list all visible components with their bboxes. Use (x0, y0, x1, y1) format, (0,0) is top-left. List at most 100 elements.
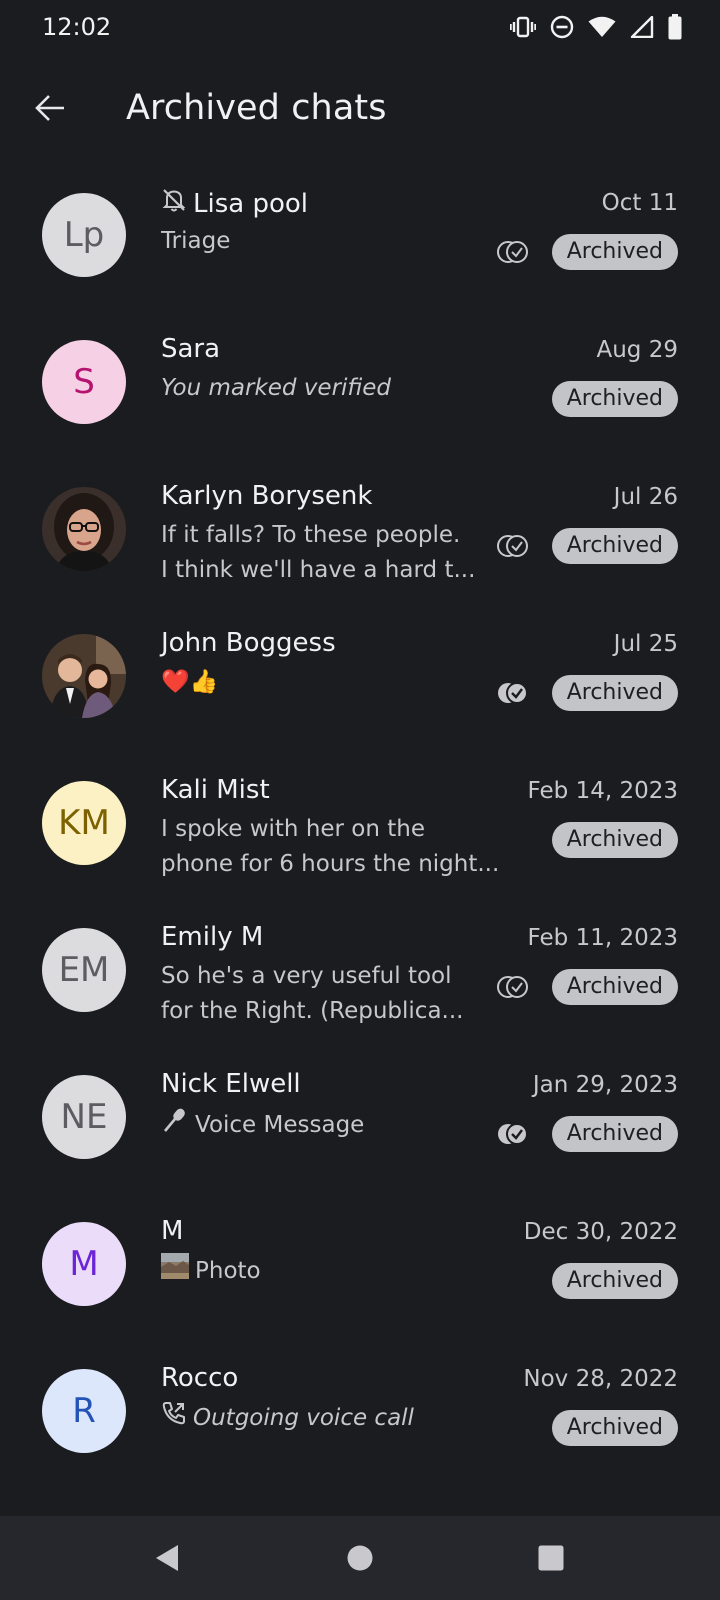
microphone-icon (161, 1106, 189, 1145)
contact-name-text: M (161, 1216, 184, 1246)
message-preview: Outgoing voice call (161, 1400, 506, 1437)
preview-text: Voice Message (195, 1112, 365, 1138)
photo-thumbnail-icon (161, 1253, 189, 1290)
message-preview: You marked verified (161, 371, 506, 406)
outgoing-call-icon (161, 1400, 187, 1437)
timestamp: Jul 26 (613, 484, 678, 510)
vibrate-icon (510, 16, 536, 38)
archived-badge: Archived (551, 969, 678, 1005)
timestamp: Aug 29 (596, 337, 679, 363)
avatar-initials: M (69, 1244, 99, 1284)
timestamp: Feb 11, 2023 (527, 925, 678, 951)
do-not-disturb-icon (550, 15, 574, 39)
avatar[interactable]: M (42, 1222, 126, 1306)
screen: 12:02 Archived chats Lp Lisa pool Triage… (0, 0, 720, 1600)
timestamp: Nov 28, 2022 (523, 1366, 678, 1392)
home-circle-icon (347, 1545, 373, 1571)
message-preview: ❤️👍 (161, 665, 506, 700)
archived-badge: Archived (551, 528, 678, 564)
nav-recents-button[interactable] (529, 1536, 573, 1580)
preview-text: So he's a very useful tool (161, 963, 452, 989)
preview-line: Voice Message (161, 1106, 506, 1145)
cell-signal-icon (630, 16, 654, 38)
status-bar: 12:02 (0, 0, 720, 56)
preview-text: Outgoing voice call (193, 1405, 414, 1431)
message-preview: Triage (161, 224, 506, 259)
preview-line: for the Right. (Republica... (161, 994, 506, 1029)
wifi-icon (588, 16, 616, 38)
avatar[interactable]: Lp (42, 193, 126, 277)
nav-home-button[interactable] (338, 1536, 382, 1580)
preview-text: You marked verified (161, 375, 392, 401)
chat-row[interactable]: KM Kali Mist I spoke with her on the phone … (0, 752, 720, 899)
preview-text: phone for 6 hours the night... (161, 851, 500, 877)
status-time: 12:02 (42, 13, 112, 41)
back-button[interactable] (22, 80, 78, 136)
preview-text: Photo (195, 1258, 261, 1284)
contact-name-text: Karlyn Borysenk (161, 481, 373, 511)
nav-back-button[interactable] (145, 1536, 189, 1580)
message-preview: I spoke with her on the phone for 6 hours… (161, 812, 506, 882)
avatar[interactable]: NE (42, 1075, 126, 1159)
contact-name: M (161, 1216, 183, 1246)
avatar-initials: Lp (63, 215, 105, 255)
page-title: Archived chats (126, 88, 387, 128)
avatar[interactable]: EM (42, 928, 126, 1012)
chat-row[interactable]: S Sara You marked verified Aug 29 Archived (0, 311, 720, 458)
avatar-initials: R (72, 1391, 96, 1431)
contact-name-text: Emily M (161, 922, 264, 952)
archived-badge: Archived (551, 234, 678, 270)
message-preview: Photo (161, 1253, 506, 1290)
chat-row[interactable]: R Rocco Outgoing voice call Nov 28, 2022 Arc… (0, 1340, 720, 1487)
read-receipt-icon (496, 533, 530, 559)
archived-badge: Archived (551, 1410, 678, 1446)
chat-list: Lp Lisa pool Triage Oct 11 Archived S Sara You … (0, 164, 720, 1487)
contact-name: Emily M (161, 922, 263, 952)
contact-name-text: Nick Elwell (161, 1069, 301, 1099)
contact-name: John Boggess (161, 628, 336, 658)
contact-name-text: John Boggess (161, 628, 336, 658)
contact-name: Sara (161, 334, 220, 364)
avatar[interactable]: KM (42, 781, 126, 865)
avatar[interactable]: R (42, 1369, 126, 1453)
arrow-back-icon (35, 95, 64, 121)
preview-line: So he's a very useful tool (161, 959, 506, 994)
read-receipt-icon (496, 239, 530, 265)
chat-row[interactable]: NE Nick Elwell Voice Message Jan 29, 2023 Ar… (0, 1046, 720, 1193)
chat-row[interactable]: Lp Lisa pool Triage Oct 11 Archived (0, 164, 720, 311)
preview-line: phone for 6 hours the night... (161, 847, 506, 882)
contact-name-text: Sara (161, 334, 221, 364)
avatar[interactable] (42, 487, 126, 571)
preview-text: Triage (161, 228, 231, 254)
read-receipt-icon (496, 1121, 530, 1147)
back-triangle-icon (156, 1545, 178, 1571)
contact-name-text: Rocco (161, 1363, 239, 1393)
contact-name: Rocco (161, 1363, 238, 1393)
avatar[interactable] (42, 634, 126, 718)
contact-name: Kali Mist (161, 775, 270, 805)
recents-square-icon (538, 1545, 564, 1571)
muted-bell-icon (161, 187, 187, 220)
preview-line: Triage (161, 224, 506, 259)
chat-row[interactable]: EM Emily M So he's a very useful tool for t… (0, 899, 720, 1046)
system-nav-bar (0, 1516, 720, 1600)
timestamp: Jul 25 (613, 631, 678, 657)
battery-icon (668, 14, 682, 40)
avatar-initials: S (73, 362, 95, 402)
avatar-initials: KM (58, 803, 110, 843)
preview-line: ❤️👍 (161, 665, 506, 700)
timestamp: Dec 30, 2022 (523, 1219, 678, 1245)
timestamp: Jan 29, 2023 (532, 1072, 678, 1098)
archived-badge: Archived (551, 675, 678, 711)
chat-row[interactable]: John Boggess ❤️👍 Jul 25 Archived (0, 605, 720, 752)
preview-text: ❤️👍 (161, 669, 219, 695)
message-preview: So he's a very useful tool for the Right.… (161, 959, 506, 1029)
archived-badge: Archived (551, 1263, 678, 1299)
contact-name-text: Kali Mist (161, 775, 270, 805)
chat-row[interactable]: M M Photo Dec 30, 2022 Archived (0, 1193, 720, 1340)
avatar-initials: NE (60, 1097, 108, 1137)
chat-row[interactable]: Karlyn Borysenk If it falls? To these peo… (0, 458, 720, 605)
message-preview: Voice Message (161, 1106, 506, 1145)
avatar-initials: EM (58, 950, 110, 990)
avatar[interactable]: S (42, 340, 126, 424)
